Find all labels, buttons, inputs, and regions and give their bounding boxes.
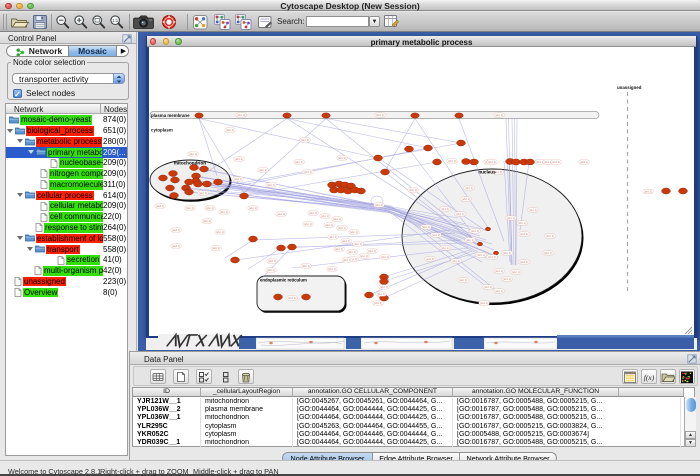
svg-text:[abc 1]: [abc 1] (480, 301, 488, 305)
svg-text:[abc 1]: [abc 1] (381, 255, 389, 259)
svg-text:[abc 1]: [abc 1] (309, 211, 317, 215)
svg-text:[abc 1]: [abc 1] (452, 259, 460, 263)
svg-text:[abc 1]: [abc 1] (488, 255, 496, 259)
svg-text:f(x): f(x) (644, 373, 655, 382)
svg-text:[abc 1]: [abc 1] (432, 233, 440, 237)
svg-text:[abc 1]: [abc 1] (288, 296, 296, 300)
svg-text:[abc 1]: [abc 1] (495, 113, 503, 117)
svg-text:nucleus: nucleus (478, 170, 496, 175)
svg-text:[abc 1]: [abc 1] (338, 226, 346, 230)
svg-text:[abc 1]: [abc 1] (360, 254, 368, 258)
svg-text:[abc 1]: [abc 1] (644, 190, 652, 194)
svg-text:[abc 1]: [abc 1] (156, 204, 164, 208)
svg-text:[abc 1]: [abc 1] (426, 257, 434, 261)
svg-text:[abc 1]: [abc 1] (235, 157, 243, 161)
svg-text:[abc 1]: [abc 1] (234, 177, 242, 181)
svg-text:1:1: 1:1 (112, 18, 118, 23)
svg-text:[abc 1]: [abc 1] (350, 230, 358, 234)
svg-text:[abc 1]: [abc 1] (503, 251, 511, 255)
svg-text:[abc 1]: [abc 1] (203, 219, 211, 223)
svg-text:[abc 1]: [abc 1] (335, 247, 343, 251)
svg-text:[abc 1]: [abc 1] (259, 168, 267, 172)
svg-text:[abc 1]: [abc 1] (484, 285, 492, 289)
svg-text:[abc 1]: [abc 1] (172, 228, 180, 232)
svg-text:[abc 1]: [abc 1] (374, 301, 382, 305)
svg-text:[abc 1]: [abc 1] (295, 160, 303, 164)
svg-text:cytoplasm: cytoplasm (151, 128, 173, 133)
svg-text:[abc 1]: [abc 1] (368, 249, 376, 253)
svg-text:[abc 1]: [abc 1] (301, 138, 309, 142)
svg-text:[abc 1]: [abc 1] (529, 208, 537, 212)
svg-text:[abc 1]: [abc 1] (304, 170, 312, 174)
svg-text:[abc 1]: [abc 1] (249, 206, 257, 210)
svg-text:[abc 1]: [abc 1] (325, 223, 333, 227)
svg-text:[abc 1]: [abc 1] (226, 128, 234, 132)
svg-text:[abc 1]: [abc 1] (552, 160, 560, 164)
svg-text:[abc 1]: [abc 1] (304, 222, 312, 226)
svg-text:[abc 1]: [abc 1] (520, 232, 528, 236)
svg-text:[abc 1]: [abc 1] (199, 191, 207, 195)
svg-text:[abc 1]: [abc 1] (477, 253, 485, 257)
svg-text:[abc 1]: [abc 1] (456, 212, 464, 216)
svg-text:[abc 1]: [abc 1] (580, 160, 588, 164)
svg-text:[abc 1]: [abc 1] (329, 235, 337, 239)
svg-text:[abc 1]: [abc 1] (268, 259, 276, 263)
svg-text:[abc 1]: [abc 1] (354, 242, 362, 246)
svg-text:[abc 1]: [abc 1] (465, 186, 473, 190)
svg-text:[abc 1]: [abc 1] (333, 217, 341, 221)
svg-text:[abc 1]: [abc 1] (277, 212, 285, 216)
svg-text:[abc 1]: [abc 1] (462, 197, 470, 201)
svg-text:[abc 1]: [abc 1] (546, 234, 554, 238)
svg-text:[abc 1]: [abc 1] (409, 188, 417, 192)
svg-text:[abc 1]: [abc 1] (512, 270, 520, 274)
svg-text:mitochondrion: mitochondrion (174, 161, 206, 166)
svg-text:[abc 1]: [abc 1] (375, 203, 383, 207)
svg-text:endoplasmic reticulum: endoplasmic reticulum (260, 278, 307, 283)
svg-text:[abc 1]: [abc 1] (206, 206, 214, 210)
svg-text:[abc 1]: [abc 1] (186, 206, 194, 210)
svg-text:plasma membrane: plasma membrane (151, 113, 190, 118)
svg-text:[abc 1]: [abc 1] (338, 156, 346, 160)
svg-text:[abc 1]: [abc 1] (441, 246, 449, 250)
svg-text:[abc 1]: [abc 1] (441, 207, 449, 211)
svg-text:[abc 1]: [abc 1] (377, 292, 385, 296)
svg-text:[abc 1]: [abc 1] (302, 264, 310, 268)
svg-text:[abc 1]: [abc 1] (503, 277, 511, 281)
svg-text:[abc 1]: [abc 1] (348, 250, 356, 254)
svg-text:[abc 1]: [abc 1] (448, 159, 456, 163)
svg-text:[abc 1]: [abc 1] (518, 221, 526, 225)
svg-text:[abc 1]: [abc 1] (172, 244, 180, 248)
svg-text:[abc 1]: [abc 1] (380, 285, 388, 289)
svg-text:[abc 1]: [abc 1] (422, 225, 430, 229)
svg-text:[abc 1]: [abc 1] (328, 267, 336, 271)
svg-text:[abc 1]: [abc 1] (267, 268, 275, 272)
svg-text:unassigned: unassigned (617, 85, 642, 90)
svg-text:[abc 1]: [abc 1] (321, 214, 329, 218)
svg-text:[abc 1]: [abc 1] (495, 269, 503, 273)
svg-text:[abc 1]: [abc 1] (342, 239, 350, 243)
svg-text:[abc 1]: [abc 1] (495, 289, 503, 293)
svg-text:[abc 1]: [abc 1] (466, 238, 474, 242)
svg-text:[abc 1]: [abc 1] (520, 260, 528, 264)
svg-text:[abc 1]: [abc 1] (212, 246, 220, 250)
svg-text:[abc 1]: [abc 1] (267, 183, 275, 187)
svg-text:[abc 1]: [abc 1] (216, 230, 224, 234)
svg-text:[abc 1]: [abc 1] (544, 251, 552, 255)
svg-text:[abc 1]: [abc 1] (343, 258, 351, 262)
svg-text:[abc 1]: [abc 1] (237, 113, 245, 117)
svg-text:[abc 1]: [abc 1] (507, 216, 515, 220)
svg-text:[abc 1]: [abc 1] (189, 152, 197, 156)
svg-text:[abc 1]: [abc 1] (376, 113, 384, 117)
svg-text:[abc 1]: [abc 1] (471, 229, 479, 233)
svg-text:[abc 1]: [abc 1] (220, 210, 228, 214)
svg-text:[abc 1]: [abc 1] (459, 278, 467, 282)
svg-text:[abc 1]: [abc 1] (488, 160, 496, 164)
